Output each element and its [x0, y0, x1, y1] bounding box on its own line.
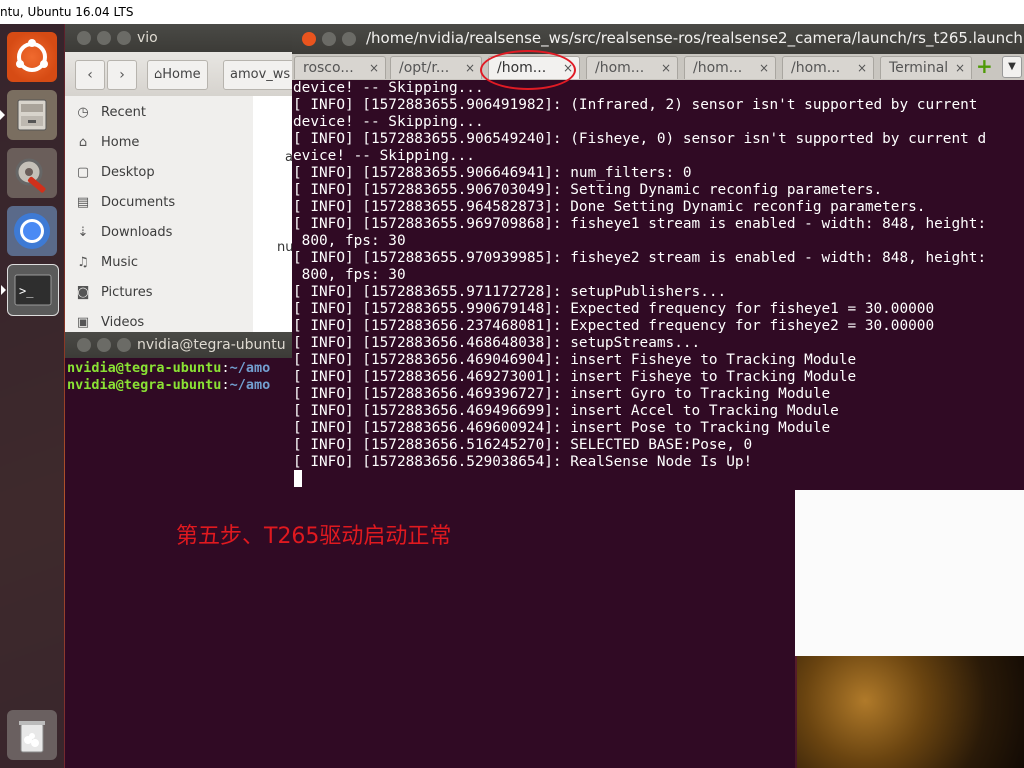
close-icon[interactable]: × — [955, 57, 965, 80]
output-line: evice! -- Skipping... — [293, 148, 475, 164]
output-line: [ INFO] [1572883656.529038654]: RealSens… — [293, 454, 753, 470]
output-line: [ INFO] [1572883656.469046904]: insert F… — [293, 352, 857, 368]
output-line: 800, fps: 30 — [293, 233, 406, 249]
sidebar-item-desktop[interactable]: ▢ Desktop — [75, 162, 155, 184]
minimize-button[interactable] — [97, 31, 111, 45]
output-line: [ INFO] [1572883655.971172728]: setupPub… — [293, 284, 727, 300]
breadcrumb-amov-ws[interactable]: amov_ws — [223, 60, 298, 90]
output-line: [ INFO] [1572883655.964582873]: Done Set… — [293, 199, 926, 215]
output-line: [ INFO] [1572883656.469396727]: insert G… — [293, 386, 831, 402]
step-annotation: 第五步、T265驱动启动正常 — [176, 524, 452, 549]
file-label-partial: nu — [277, 240, 294, 255]
back-button[interactable]: ‹ — [75, 60, 105, 90]
file-manager-icon[interactable] — [0, 90, 57, 140]
minimize-button[interactable] — [97, 338, 111, 352]
background-window-fragment — [795, 488, 1024, 656]
maximize-button[interactable] — [117, 338, 131, 352]
close-button[interactable] — [302, 32, 316, 46]
home-icon: ⌂ — [78, 135, 88, 150]
trash-icon[interactable] — [7, 710, 57, 760]
minimize-button[interactable] — [322, 32, 336, 46]
output-line: [ INFO] [1572883656.469600924]: insert P… — [293, 420, 831, 436]
close-icon[interactable]: × — [857, 57, 867, 80]
close-button[interactable] — [77, 31, 91, 45]
tab-terminal[interactable]: Terminal × — [880, 56, 972, 79]
close-icon[interactable]: × — [759, 57, 769, 80]
videos-icon: ▣ — [76, 315, 90, 330]
file-manager-titlebar: vio — [65, 24, 305, 52]
prompt-line: nvidia@tegra-ubuntu:~/amo — [67, 377, 271, 393]
terminal-tab-bar: rosco... × /opt/r... × /hom... × /hom... × /… — [292, 54, 1024, 80]
output-line: [ INFO] [1572883656.469273001]: insert F… — [293, 369, 857, 385]
terminal-cursor — [294, 470, 302, 487]
output-line: [ INFO] [1572883655.969709868]: fisheye1… — [293, 216, 987, 232]
sidebar-item-videos[interactable]: ▣ Videos — [75, 312, 144, 334]
output-line: 800, fps: 30 — [293, 267, 406, 283]
output-line: device! -- Skipping... — [293, 114, 484, 130]
maximize-button[interactable] — [342, 32, 356, 46]
output-line: [ INFO] [1572883655.906491982]: (Infrare… — [293, 97, 978, 113]
output-line: [ INFO] [1572883656.237468081]: Expected… — [293, 318, 935, 334]
maximize-button[interactable] — [117, 31, 131, 45]
breadcrumb-home[interactable]: ⌂Home — [147, 60, 208, 90]
sidebar-item-recent[interactable]: ◷ Recent — [75, 102, 146, 124]
file-manager-window: vio ‹ › ⌂Home amov_ws ◷ Recent ⌂ Home ▢ Des… — [65, 24, 305, 344]
prompt-line: nvidia@tegra-ubuntu:~/amo — [67, 360, 271, 376]
sidebar-item-music[interactable]: ♫ Music — [75, 252, 138, 274]
music-icon: ♫ — [77, 255, 89, 270]
close-icon[interactable]: × — [369, 57, 379, 80]
svg-text:>_: >_ — [19, 284, 34, 298]
tab-menu-button[interactable]: ▼ — [1002, 56, 1022, 78]
close-icon[interactable]: × — [465, 57, 475, 80]
chromium-icon[interactable] — [7, 206, 57, 256]
terminal-icon[interactable]: >_ — [1, 264, 59, 316]
sidebar-item-home[interactable]: ⌂ Home — [75, 132, 140, 154]
close-icon[interactable]: × — [661, 57, 671, 80]
sidebar-item-downloads[interactable]: ⇣ Downloads — [75, 222, 173, 244]
output-line: [ INFO] [1572883655.970939985]: fisheye2… — [293, 250, 987, 266]
tab-opt[interactable]: /opt/r... × — [390, 56, 482, 79]
output-line: device! -- Skipping... — [293, 80, 484, 96]
output-line: [ INFO] [1572883655.990679148]: Expected… — [293, 301, 935, 317]
file-manager-toolbar: ‹ › ⌂Home amov_ws — [65, 52, 305, 97]
output-line: [ INFO] [1572883656.468648038]: setupStr… — [293, 335, 701, 351]
desktop-icon: ▢ — [76, 165, 90, 180]
forward-button[interactable]: › — [107, 60, 137, 90]
sidebar-item-pictures[interactable]: ◙ Pictures — [75, 282, 153, 304]
output-line: [ INFO] [1572883656.469496699]: insert A… — [293, 403, 839, 419]
tab-home[interactable]: /hom... × — [782, 56, 874, 79]
background-photo-fragment — [797, 656, 1024, 768]
downloads-icon: ⇣ — [77, 225, 89, 240]
places-sidebar: ◷ Recent ⌂ Home ▢ Desktop ▤ Documents ⇣ Downl… — [65, 96, 253, 344]
pictures-icon: ◙ — [76, 285, 90, 300]
sidebar-item-documents[interactable]: ▤ Documents — [75, 192, 175, 214]
terminal-output[interactable]: device! -- Skipping... [ INFO] [15728836… — [292, 80, 1024, 490]
output-line: [ INFO] [1572883655.906646941]: num_filt… — [293, 165, 692, 181]
clock-icon: ◷ — [77, 105, 89, 120]
tab-rosco[interactable]: rosco... × — [294, 56, 386, 79]
unity-launcher: >_ — [0, 24, 64, 768]
terminal-titlebar: /home/nvidia/realsense_ws/src/realsense-… — [292, 24, 1024, 54]
documents-icon: ▤ — [76, 195, 90, 210]
add-tab-button[interactable]: + — [976, 55, 996, 77]
system-title: ntu, Ubuntu 16.04 LTS — [0, 5, 134, 19]
background-terminal-title: nvidia@tegra-ubuntu — [137, 337, 286, 353]
tab-home[interactable]: /hom... × — [586, 56, 678, 79]
terminal-title: /home/nvidia/realsense_ws/src/realsense-… — [366, 29, 1023, 47]
output-line: [ INFO] [1572883655.906703049]: Setting … — [293, 182, 883, 198]
file-manager-title: vio — [137, 30, 158, 46]
close-button[interactable] — [77, 338, 91, 352]
tab-home[interactable]: /hom... × — [684, 56, 776, 79]
system-settings-icon[interactable] — [7, 148, 57, 198]
system-top-bar: ntu, Ubuntu 16.04 LTS — [0, 0, 1024, 24]
output-line: [ INFO] [1572883655.906549240]: (Fisheye… — [293, 131, 987, 147]
output-line: [ INFO] [1572883656.516245270]: SELECTED… — [293, 437, 753, 453]
terminal-window[interactable]: /home/nvidia/realsense_ws/src/realsense-… — [292, 24, 1024, 490]
ubuntu-dash-icon[interactable] — [7, 32, 57, 82]
